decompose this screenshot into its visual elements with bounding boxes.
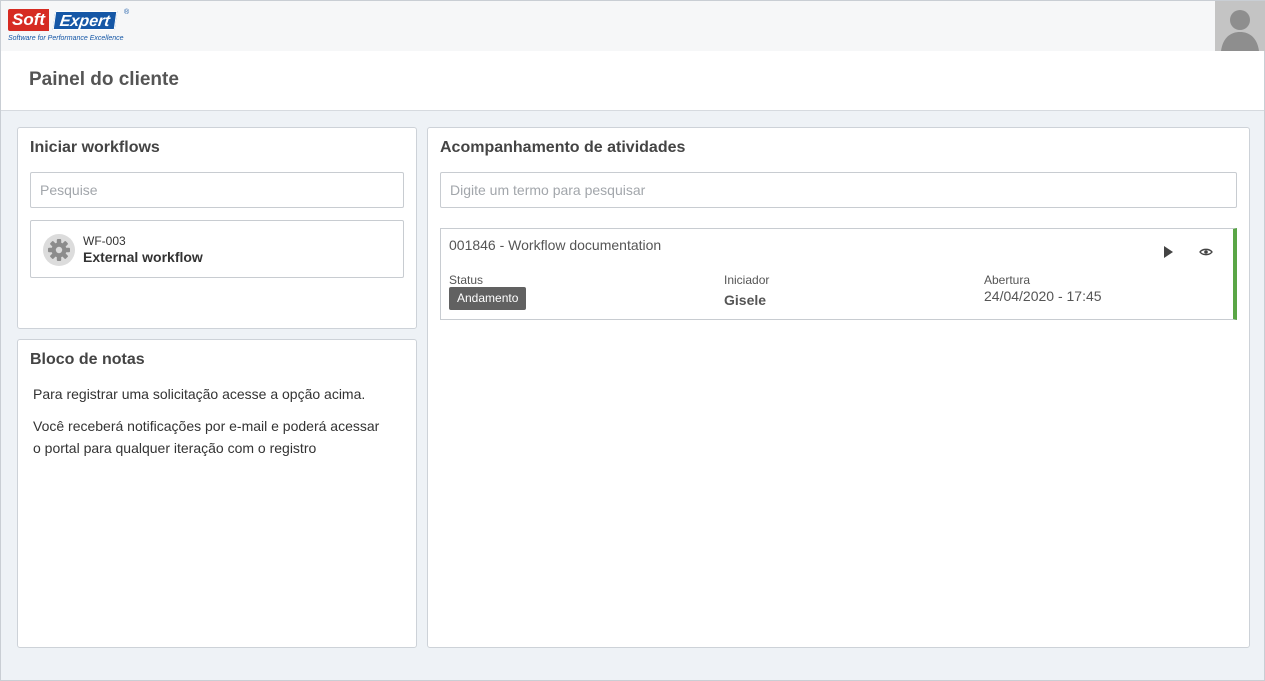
start-workflows-title: Iniciar workflows: [30, 139, 160, 156]
workflow-code: WF-003: [83, 234, 126, 248]
logo-registered: ®: [124, 9, 130, 16]
notes-panel: Bloco de notas Para registrar uma solici…: [17, 339, 417, 648]
status-badge: Andamento: [449, 287, 527, 310]
logo-soft: Soft: [8, 9, 50, 31]
opening-value: 24/04/2020 - 17:45: [984, 288, 1102, 304]
status-label: Status: [449, 273, 484, 287]
activity-tracking-panel: Acompanhamento de atividades 001846 - Wo…: [427, 127, 1250, 648]
workflow-item[interactable]: WF-003 External workflow: [30, 220, 404, 278]
user-avatar-icon[interactable]: [1215, 1, 1265, 51]
activity-search-input[interactable]: [440, 172, 1237, 208]
workflow-name: External workflow: [83, 249, 203, 265]
activity-card[interactable]: 001846 - Workflow documentation Status A…: [440, 228, 1237, 320]
initiator-label: Iniciador: [724, 273, 770, 287]
activity-title: 001846 - Workflow documentation: [449, 237, 662, 253]
logo-expert: Expert: [52, 11, 118, 30]
softexpert-logo[interactable]: Soft Expert ® Software for Performance E…: [8, 9, 130, 45]
play-icon[interactable]: [1159, 243, 1177, 261]
initiator-value: Gisele: [724, 292, 767, 308]
notes-title: Bloco de notas: [30, 351, 145, 368]
activity-tracking-title: Acompanhamento de atividades: [440, 139, 686, 156]
eye-icon[interactable]: [1197, 243, 1215, 261]
top-bar: Soft Expert ® Software for Performance E…: [1, 1, 1265, 51]
start-workflows-panel: Iniciar workflows Pesquise WF-003 Extern…: [17, 127, 417, 329]
logo-tagline: Software for Performance Excellence: [8, 35, 124, 42]
note-line: Para registrar uma solicitação acesse a …: [33, 386, 366, 402]
gear-icon: [43, 234, 75, 266]
workflow-search-input[interactable]: [30, 172, 404, 208]
page-title: Painel do cliente: [29, 69, 179, 90]
note-line: o portal para qualquer iteração com o re…: [33, 440, 317, 456]
opening-label: Abertura: [984, 273, 1031, 287]
note-line: Você receberá notificações por e-mail e …: [33, 418, 380, 434]
app-window: Soft Expert ® Software for Performance E…: [0, 0, 1265, 681]
page-header: Painel do cliente: [1, 51, 1264, 111]
